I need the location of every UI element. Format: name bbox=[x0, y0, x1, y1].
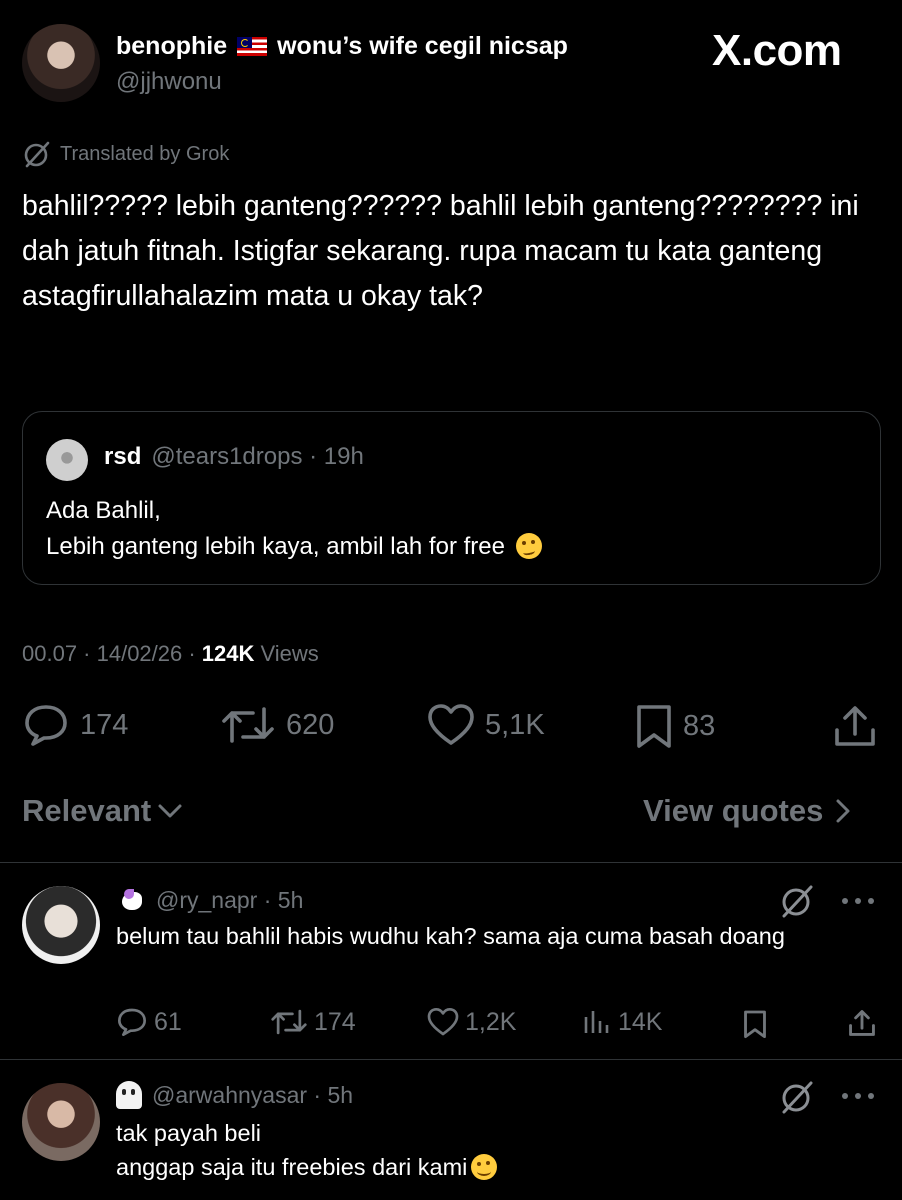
grok-button[interactable] bbox=[778, 1078, 816, 1116]
quoted-tweet-header: rsd @tears1drops · 19h bbox=[104, 443, 364, 471]
heart-icon bbox=[427, 1008, 459, 1036]
author-handle[interactable]: @jjhwonu bbox=[116, 68, 222, 96]
reply-handle-time[interactable]: @ry_napr · 5h bbox=[156, 887, 303, 914]
translated-by-grok[interactable]: Translated by Grok bbox=[22, 139, 229, 169]
more-options-button[interactable] bbox=[840, 1091, 876, 1101]
reply-line-1: tak payah beli bbox=[116, 1120, 262, 1146]
reply-like-button[interactable]: 1,2K bbox=[427, 1007, 516, 1037]
sort-label: Relevant bbox=[22, 793, 152, 828]
reply-avatar[interactable] bbox=[22, 886, 100, 964]
reply-repost-count: 174 bbox=[314, 1007, 356, 1036]
like-count: 5,1K bbox=[485, 708, 545, 741]
quoted-author-name: rsd bbox=[104, 443, 142, 470]
quoted-author-avatar bbox=[46, 439, 88, 481]
quoted-handle-time: @tears1drops · 19h bbox=[151, 443, 364, 470]
translation-label: Translated by Grok bbox=[60, 142, 230, 165]
site-brand: X.com bbox=[712, 26, 842, 75]
display-name-text: benophie bbox=[116, 32, 228, 60]
smiling-face-emoji-icon bbox=[471, 1154, 498, 1180]
grok-icon bbox=[782, 885, 813, 918]
view-quotes-link[interactable]: View quotes bbox=[643, 793, 853, 829]
quoted-tweet-text: Ada Bahlil, Lebih ganteng lebih kaya, am… bbox=[46, 493, 542, 565]
author-display-name[interactable]: benophie wonu’s wife cegil nicsap bbox=[116, 32, 568, 61]
divider bbox=[0, 862, 902, 863]
reply-button[interactable]: 174 bbox=[22, 703, 128, 747]
grok-button[interactable] bbox=[778, 882, 816, 920]
reply-icon bbox=[118, 1008, 146, 1036]
reply-share-button[interactable] bbox=[848, 1009, 876, 1037]
sort-dropdown[interactable]: Relevant bbox=[22, 793, 183, 829]
reply-text: tak payah beli anggap saja itu freebies … bbox=[116, 1116, 836, 1184]
reply-like-count: 1,2K bbox=[465, 1007, 517, 1036]
more-options-button[interactable] bbox=[840, 896, 876, 906]
reply-views-button[interactable]: 14K bbox=[582, 1007, 662, 1037]
share-button[interactable] bbox=[833, 704, 877, 748]
bookmark-count: 83 bbox=[683, 709, 716, 742]
share-icon bbox=[835, 706, 875, 746]
tweet-timestamp: 00.07 · 14/02/26 · 124K Views bbox=[22, 641, 319, 667]
like-button[interactable]: 5,1K bbox=[427, 703, 545, 747]
reply-icon bbox=[25, 705, 67, 746]
reply-count: 174 bbox=[80, 708, 129, 741]
ghost-emoji-icon bbox=[116, 1081, 142, 1109]
reply-handle-time[interactable]: @arwahnyasar · 5h bbox=[152, 1082, 353, 1109]
malaysia-flag-icon bbox=[237, 37, 268, 56]
grok-icon bbox=[782, 1081, 813, 1114]
grok-icon bbox=[24, 141, 50, 168]
reply-views-count: 14K bbox=[618, 1007, 663, 1036]
share-icon bbox=[849, 1010, 875, 1036]
chevron-down-icon bbox=[158, 804, 182, 818]
author-avatar[interactable] bbox=[22, 24, 100, 102]
quoted-line-2: Lebih ganteng lebih kaya, ambil lah for … bbox=[46, 529, 542, 565]
bookmark-icon bbox=[637, 705, 671, 748]
divider bbox=[0, 1059, 902, 1060]
display-name-suffix: wonu’s wife cegil nicsap bbox=[277, 32, 568, 60]
more-icon bbox=[842, 898, 874, 904]
heart-icon bbox=[428, 704, 474, 745]
reply-repost-button[interactable]: 174 bbox=[270, 1007, 356, 1037]
bookmark-icon bbox=[744, 1010, 766, 1039]
reply-reply-button[interactable]: 61 bbox=[116, 1007, 182, 1037]
unicorn-emoji-icon bbox=[116, 886, 146, 914]
reply-header: @arwahnyasar · 5h bbox=[116, 1081, 353, 1109]
views-label: Views bbox=[254, 641, 319, 666]
view-quotes-label: View quotes bbox=[643, 793, 824, 828]
tweet-text: bahlil????? lebih ganteng?????? bahlil l… bbox=[22, 190, 859, 312]
quoted-line-1: Ada Bahlil, bbox=[46, 497, 161, 524]
quoted-line-2-text: Lebih ganteng lebih kaya, ambil lah for … bbox=[46, 533, 505, 560]
repost-count: 620 bbox=[286, 708, 335, 741]
repost-button[interactable]: 620 bbox=[220, 703, 334, 747]
reply-text: belum tau bahlil habis wudhu kah? sama a… bbox=[116, 923, 785, 949]
views-icon bbox=[584, 1011, 609, 1033]
repost-icon bbox=[222, 707, 274, 743]
woozy-face-emoji-icon bbox=[515, 533, 542, 559]
reply-bookmark-button[interactable] bbox=[743, 1009, 767, 1039]
reply-line-2-text: anggap saja itu freebies dari kami bbox=[116, 1154, 468, 1180]
reply-line-2: anggap saja itu freebies dari kami bbox=[116, 1150, 836, 1184]
more-icon bbox=[842, 1093, 874, 1099]
repost-icon bbox=[271, 1009, 307, 1035]
reply-header: @ry_napr · 5h bbox=[116, 886, 303, 914]
timestamp-text: 00.07 · 14/02/26 · bbox=[22, 641, 202, 666]
chevron-right-icon bbox=[836, 799, 850, 823]
bookmark-button[interactable]: 83 bbox=[635, 703, 715, 749]
reply-avatar[interactable] bbox=[22, 1083, 100, 1161]
reply-reply-count: 61 bbox=[154, 1007, 182, 1036]
views-count: 124K bbox=[201, 641, 255, 666]
